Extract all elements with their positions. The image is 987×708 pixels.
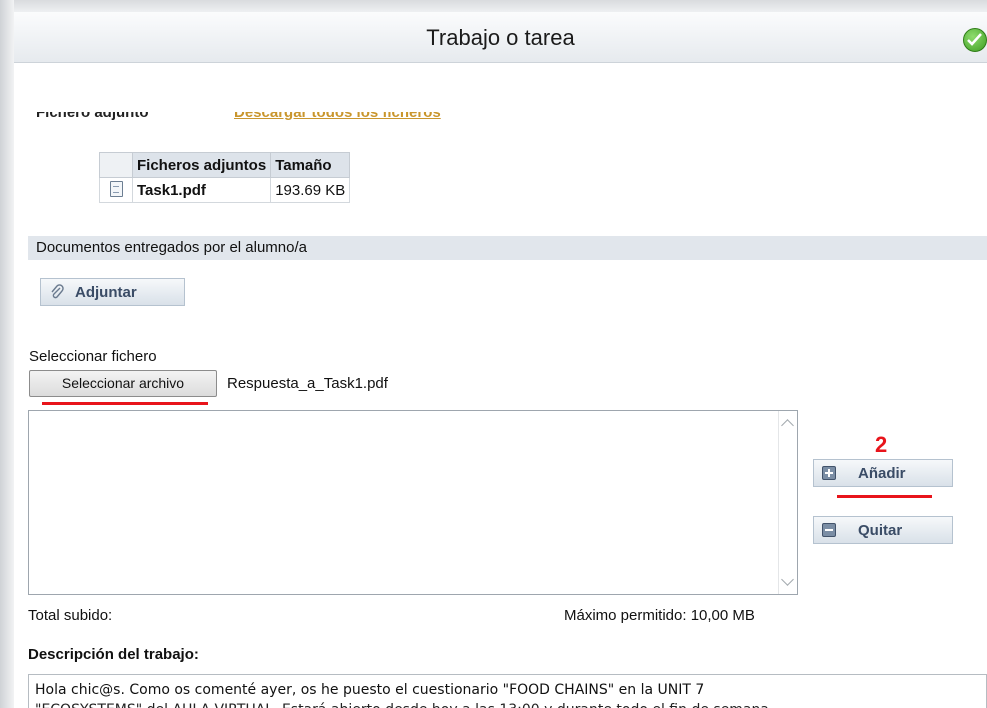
attach-button-label: Adjuntar xyxy=(75,283,137,301)
annotation-number-2: 2 xyxy=(875,432,888,457)
description-line-2: "ECOSYSTEMS" del AULA VIRTUAL. Estará ab… xyxy=(35,700,980,708)
plus-icon xyxy=(822,466,836,480)
page-title: Trabajo o tarea xyxy=(426,25,575,50)
description-text: Hola chic@s. Como os comenté ayer, os he… xyxy=(28,674,987,708)
scrollbar[interactable] xyxy=(778,411,797,594)
choose-file-button[interactable]: Seleccionar archivo xyxy=(29,370,217,397)
description-line-1: Hola chic@s. Como os comenté ayer, os he… xyxy=(35,682,705,698)
selected-file-name: Respuesta_a_Task1.pdf xyxy=(227,375,388,392)
file-size: 193.69 KB xyxy=(270,177,351,203)
attachments-table: Ficheros adjuntos Tamaño Task1.pdf 193.6… xyxy=(99,152,351,203)
total-uploaded: Total subido: xyxy=(28,607,113,624)
title-bar: Trabajo o tarea xyxy=(14,12,987,63)
window-frame-left xyxy=(0,0,14,708)
scroll-up-icon[interactable] xyxy=(781,419,794,432)
upload-list[interactable] xyxy=(28,410,798,595)
table-cell-icon xyxy=(99,177,133,203)
add-button-label: Añadir xyxy=(858,464,906,482)
attach-button[interactable]: Adjuntar xyxy=(40,278,185,306)
file-name-link[interactable]: Task1.pdf xyxy=(131,177,272,203)
remove-button[interactable]: Quitar xyxy=(813,516,953,544)
table-row[interactable]: Task1.pdf 193.69 KB xyxy=(99,177,351,203)
scroll-down-icon[interactable] xyxy=(781,573,794,586)
remove-button-label: Quitar xyxy=(858,521,903,539)
table-header-size: Tamaño xyxy=(270,152,351,178)
check-circle-icon xyxy=(963,28,987,52)
window-frame-top xyxy=(0,0,987,12)
description-label: Descripción del trabajo: xyxy=(28,646,199,663)
paperclip-icon xyxy=(51,284,64,299)
select-file-label: Seleccionar fichero xyxy=(29,348,157,365)
table-header-row: Ficheros adjuntos Tamaño xyxy=(99,152,351,178)
document-icon xyxy=(109,181,123,197)
annotation-underline-1 xyxy=(42,402,208,405)
annotation-underline-2 xyxy=(837,495,932,498)
minus-icon xyxy=(822,523,836,537)
task-panel: Trabajo o tarea Fichero adjunto Descarga… xyxy=(14,12,987,708)
scroll-clip xyxy=(14,74,987,112)
table-header-blank xyxy=(99,152,133,178)
table-header-files: Ficheros adjuntos xyxy=(131,152,272,178)
add-button[interactable]: Añadir xyxy=(813,459,953,487)
max-allowed: Máximo permitido: 10,00 MB xyxy=(564,607,755,624)
section-title: Documentos entregados por el alumno/a xyxy=(28,236,987,260)
